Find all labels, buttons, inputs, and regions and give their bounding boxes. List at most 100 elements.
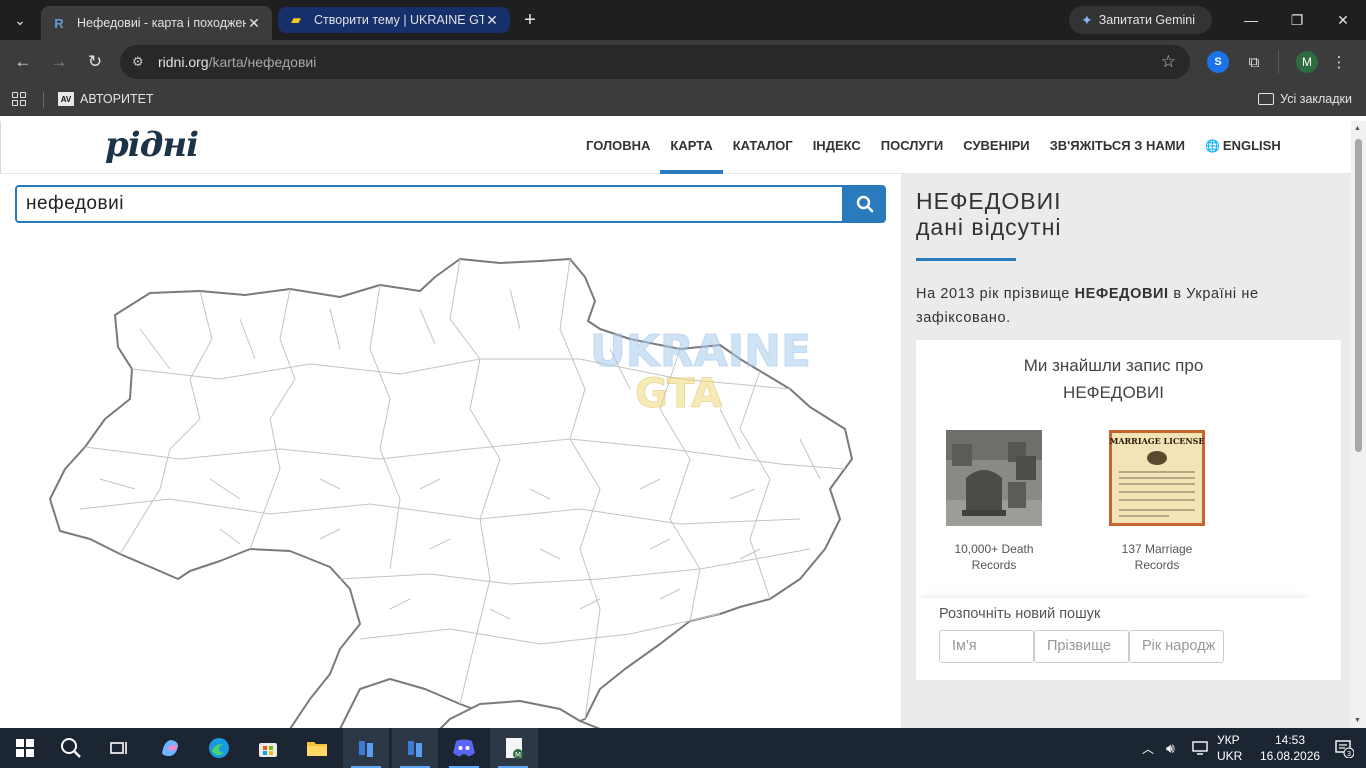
result-sentence: На 2013 рік прізвище НЕФЕДОВИІ в Україні…: [916, 286, 1259, 326]
main-nav: ГОЛОВНА КАРТА КАТАЛОГ ІНДЕКС ПОСЛУГИ СУВ…: [576, 121, 1291, 174]
discord-icon[interactable]: [441, 728, 487, 768]
gemini-label: Запитати Gemini: [1098, 13, 1196, 27]
death-records-link[interactable]: 10,000+ Death Records: [934, 430, 1054, 573]
first-name-field[interactable]: Ім'я: [939, 630, 1034, 663]
surname-title: НЕФЕДОВИІ: [916, 188, 1062, 214]
show-hidden-icons-chevron-icon[interactable]: ︿: [1142, 728, 1154, 768]
tab-title: Створити тему | UKRAINE GTA: [314, 13, 484, 27]
nav-home[interactable]: ГОЛОВНА: [576, 121, 660, 174]
new-search-form: Розпочніть новий пошук Ім'я Прізвище Рік…: [916, 598, 1311, 680]
nav-catalog[interactable]: КАТАЛОГ: [723, 121, 803, 174]
marriage-license-heading: MARRIAGE LICENSE: [1109, 436, 1204, 446]
bookmarks-divider: [43, 92, 44, 108]
nav-map[interactable]: КАРТА: [660, 121, 724, 174]
tab-ukraine-gta[interactable]: ▰ Створити тему | UKRAINE GTA ✕: [278, 7, 510, 33]
nav-services[interactable]: ПОСЛУГИ: [871, 121, 953, 174]
result-panel: НЕФЕДОВИІ дані відсутні На 2013 рік пріз…: [901, 174, 1351, 728]
ask-gemini-button[interactable]: ✦ Запитати Gemini: [1069, 6, 1212, 34]
restore-icon[interactable]: ❐: [1274, 0, 1320, 40]
new-tab-plus-icon[interactable]: +: [518, 8, 542, 32]
marriage-license-image: MARRIAGE LICENSE: [1109, 430, 1205, 526]
toolbar-divider: [1278, 50, 1279, 74]
surname-status: дані відсутні: [916, 214, 1062, 240]
svg-text:M: M: [515, 751, 521, 759]
browser-toolbar: ← → ↻ ⚙ ridni.org/karta/нефедовиі ☆ S ⧉ …: [0, 40, 1366, 84]
ridni-logo[interactable]: рідні: [105, 125, 199, 165]
scrollbar-thumb[interactable]: [1355, 139, 1362, 452]
windows-taskbar: M ︿ 🔊︎ УКР UKR 14:53 16.08.2026 3: [0, 728, 1366, 768]
close-tab-icon[interactable]: ✕: [484, 12, 500, 29]
all-bookmarks-label: Усі закладки: [1280, 92, 1352, 106]
site-settings-icon[interactable]: ⚙: [132, 54, 152, 70]
edge-browser-icon[interactable]: [196, 728, 242, 768]
apps-grid-icon[interactable]: [12, 92, 26, 106]
bookmark-avtorytet[interactable]: AV АВТОРИТЕТ: [58, 92, 154, 106]
close-tab-icon[interactable]: ✕: [246, 15, 262, 32]
records-card-title: Ми знайшли запис про НЕФЕДОВИІ: [1023, 356, 1204, 402]
tab-search-chevron-icon[interactable]: ⌄: [6, 6, 34, 34]
menu-dots-icon[interactable]: ⋮: [1328, 51, 1350, 73]
tab-title: Нефедовиі - карта і походжен: [77, 16, 246, 30]
ukraine-gta-favicon-icon: ▰: [291, 12, 301, 27]
site-header: рідні ГОЛОВНА КАРТА КАТАЛОГ ІНДЕКС ПОСЛУ…: [0, 121, 1351, 174]
scroll-down-arrow-icon[interactable]: ▼: [1354, 717, 1361, 724]
close-window-icon[interactable]: ✕: [1320, 0, 1366, 40]
watermark-line2: GTA: [635, 371, 722, 417]
chrome-app-icon[interactable]: M: [490, 728, 538, 768]
search-icon: [856, 195, 874, 213]
forward-arrow-icon[interactable]: →: [45, 48, 73, 76]
marriage-records-link[interactable]: MARRIAGE LICENSE 137 Marriage Records: [1097, 430, 1217, 573]
extensions-puzzle-icon[interactable]: ⧉: [1243, 51, 1265, 73]
address-bar[interactable]: ⚙ ridni.org/karta/нефедовиі ☆: [120, 45, 1190, 79]
death-records-caption: 10,000+ Death Records: [954, 542, 1034, 572]
search-icon[interactable]: [48, 728, 94, 768]
bookmark-star-icon[interactable]: ☆: [1161, 52, 1176, 72]
bookmarks-bar: AV АВТОРИТЕТ Усі закладки: [0, 84, 1366, 116]
title-underline: [916, 258, 1016, 261]
file-explorer-icon[interactable]: [294, 728, 340, 768]
back-arrow-icon[interactable]: ←: [9, 48, 37, 76]
page-scrollbar[interactable]: ▲ ▼: [1351, 121, 1366, 728]
volume-icon[interactable]: 🔊︎: [1166, 728, 1175, 768]
nav-english-label: ENGLISH: [1222, 138, 1281, 153]
all-bookmarks-button[interactable]: Усі закладки: [1258, 92, 1352, 106]
game-launcher-2-icon[interactable]: [392, 728, 438, 768]
surname-search-input[interactable]: нефедовиі: [15, 185, 844, 223]
notifications-icon[interactable]: 3: [1334, 738, 1355, 759]
gemini-sparkle-icon: ✦: [1081, 11, 1093, 28]
nav-index[interactable]: ІНДЕКС: [803, 121, 871, 174]
search-button[interactable]: [844, 185, 886, 223]
new-search-label: Розпочніть новий пошук: [939, 606, 1101, 622]
game-launcher-icon[interactable]: [343, 728, 389, 768]
nav-contact[interactable]: ЗВ'ЯЖІТЬСЯ З НАМИ: [1040, 121, 1195, 174]
task-view-icon[interactable]: [96, 728, 142, 768]
folder-icon: [1258, 93, 1275, 105]
copilot-icon[interactable]: [147, 728, 193, 768]
microsoft-store-icon[interactable]: [245, 728, 291, 768]
records-card: Ми знайшли запис про НЕФЕДОВИІ 10,000+ D…: [916, 340, 1341, 680]
shazam-extension-icon[interactable]: S: [1207, 51, 1229, 73]
ukraine-districts-map[interactable]: UKRAINE GTA: [40, 249, 860, 728]
gravestones-image: [946, 430, 1042, 526]
surname-field[interactable]: Прізвище: [1034, 630, 1129, 663]
marriage-records-caption: 137 Marriage Records: [1121, 542, 1193, 572]
input-language[interactable]: УКР UKR: [1217, 732, 1242, 764]
clock[interactable]: 14:53 16.08.2026: [1260, 732, 1320, 764]
tab-ridni[interactable]: R Нефедовиі - карта і походжен ✕: [41, 6, 272, 40]
minimize-icon[interactable]: —: [1228, 0, 1274, 40]
notification-count: 3: [1347, 750, 1351, 758]
profile-avatar[interactable]: M: [1296, 51, 1318, 73]
scroll-up-arrow-icon[interactable]: ▲: [1354, 125, 1361, 132]
network-icon[interactable]: [1192, 728, 1208, 768]
ridni-favicon-icon: R: [54, 15, 64, 31]
bookmark-label: АВТОРИТЕТ: [80, 92, 154, 106]
page-viewport: рідні ГОЛОВНА КАРТА КАТАЛОГ ІНДЕКС ПОСЛУ…: [0, 121, 1366, 728]
url-text[interactable]: ridni.org/karta/нефедовиі: [158, 54, 316, 70]
nav-english[interactable]: 🌐 ENGLISH: [1195, 121, 1291, 174]
nav-souvenirs[interactable]: СУВЕНІРИ: [953, 121, 1039, 174]
globe-icon: 🌐: [1204, 139, 1220, 153]
start-windows-icon[interactable]: [2, 728, 48, 768]
browser-tab-strip: ⌄ R Нефедовиі - карта і походжен ✕ ▰ Ств…: [0, 0, 1366, 40]
birth-year-field[interactable]: Рік народж: [1129, 630, 1224, 663]
reload-icon[interactable]: ↻: [81, 48, 109, 76]
